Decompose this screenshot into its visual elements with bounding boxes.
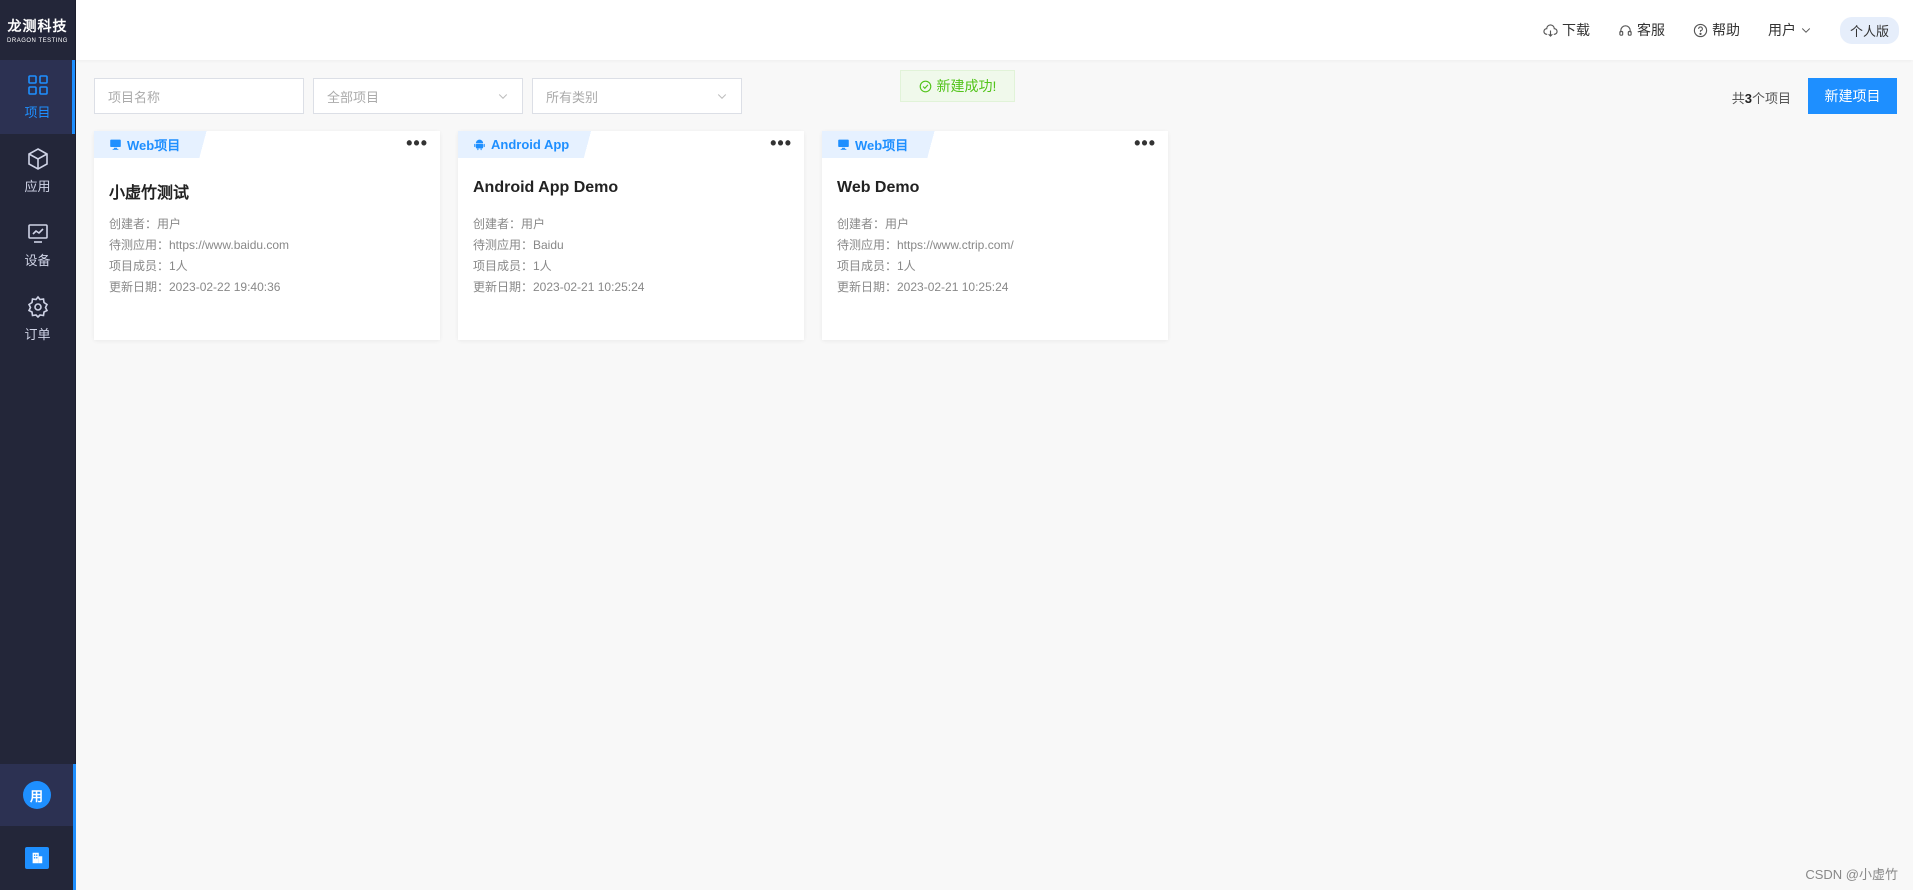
project-card[interactable]: Web项目 ••• Web Demo 创建者：用户 待测应用：https://w… bbox=[822, 131, 1168, 340]
sidebar-item-label: 设备 bbox=[24, 253, 51, 268]
help-link[interactable]: 帮助 bbox=[1693, 20, 1740, 40]
watermark: CSDN @小虚竹 bbox=[1805, 867, 1898, 882]
project-app: 待测应用：https://www.baidu.com bbox=[109, 238, 290, 252]
more-options-button[interactable]: ••• bbox=[770, 134, 792, 152]
top-header: 下载 客服 帮助 用户 个人版 bbox=[76, 0, 1913, 60]
project-members: 项目成员：1人 bbox=[837, 259, 916, 273]
sidebar-item-label: 订单 bbox=[24, 327, 51, 342]
project-scope-value: 全部项目 bbox=[327, 89, 380, 105]
sidebar-item-orders[interactable]: 订单 bbox=[0, 282, 75, 356]
avatar: 用 bbox=[22, 781, 51, 809]
grid-icon bbox=[27, 75, 48, 95]
project-updated: 更新日期：2023-02-21 10:25:24 bbox=[473, 280, 645, 294]
monitor-icon bbox=[838, 139, 849, 150]
project-name-placeholder: 项目名称 bbox=[108, 89, 161, 105]
project-info: 创建者：用户 待测应用：https://www.baidu.com 项目成员：1… bbox=[109, 214, 289, 298]
project-type-label: Web项目 bbox=[855, 138, 909, 153]
project-app: 待测应用：Baidu bbox=[473, 238, 564, 252]
project-name-input[interactable]: 项目名称 bbox=[94, 78, 304, 114]
filter-toolbar: 项目名称 全部项目 所有类别 bbox=[94, 78, 742, 114]
category-value: 所有类别 bbox=[546, 89, 599, 105]
monitor-icon bbox=[110, 139, 121, 150]
project-title: Web Demo bbox=[837, 179, 920, 196]
project-updated: 更新日期：2023-02-22 19:40:36 bbox=[109, 280, 281, 294]
user-label: 用户 bbox=[1767, 22, 1796, 38]
more-options-button[interactable]: ••• bbox=[406, 134, 428, 152]
logo-text: 龙测科技 bbox=[7, 18, 68, 34]
project-info: 创建者：用户 待测应用：https://www.ctrip.com/ 项目成员：… bbox=[837, 214, 1014, 298]
sidebar-item-projects[interactable]: 项目 bbox=[0, 60, 75, 134]
project-updated: 更新日期：2023-02-21 10:25:24 bbox=[837, 280, 1009, 294]
download-label: 下载 bbox=[1561, 22, 1590, 38]
sidebar-item-label: 项目 bbox=[24, 105, 51, 120]
sidebar: 龙测科技 DRAGON TESTING 项目 应用 设备 订单 用 bbox=[0, 0, 76, 890]
project-title: 小虚竹测试 bbox=[109, 185, 190, 202]
project-app: 待测应用：https://www.ctrip.com/ bbox=[837, 238, 1014, 252]
new-project-button[interactable]: 新建项目 bbox=[1808, 78, 1897, 114]
count-number: 3 bbox=[1744, 91, 1752, 106]
project-card[interactable]: Web项目 ••• 小虚竹测试 创建者：用户 待测应用：https://www.… bbox=[94, 131, 440, 340]
count-prefix: 共 bbox=[1731, 91, 1745, 106]
download-link[interactable]: 下载 bbox=[1543, 20, 1590, 40]
project-creator: 创建者：用户 bbox=[837, 217, 910, 231]
project-type-label: Web项目 bbox=[127, 138, 181, 153]
more-options-button[interactable]: ••• bbox=[1134, 134, 1156, 152]
sidebar-item-apps[interactable]: 应用 bbox=[0, 134, 75, 208]
project-creator: 创建者：用户 bbox=[473, 217, 546, 231]
chevron-down-icon bbox=[717, 94, 727, 99]
count-suffix: 个项目 bbox=[1751, 91, 1791, 106]
service-label: 客服 bbox=[1636, 22, 1665, 38]
project-count: 共3个项目 bbox=[1732, 88, 1791, 107]
toast-message: 新建成功! bbox=[936, 78, 997, 94]
organization-button[interactable] bbox=[0, 826, 76, 890]
help-icon bbox=[1693, 23, 1708, 37]
project-list: Web项目 ••• 小虚竹测试 创建者：用户 待测应用：https://www.… bbox=[94, 131, 1168, 340]
project-info: 创建者：用户 待测应用：Baidu 项目成员：1人 更新日期：2023-02-2… bbox=[473, 214, 644, 298]
help-label: 帮助 bbox=[1711, 22, 1740, 38]
logo-subtext: DRAGON TESTING bbox=[7, 38, 68, 44]
service-link[interactable]: 客服 bbox=[1618, 20, 1665, 40]
category-select[interactable]: 所有类别 bbox=[532, 78, 742, 114]
gear-icon bbox=[27, 295, 48, 319]
user-avatar-button[interactable]: 用 bbox=[0, 764, 76, 826]
sidebar-item-label: 应用 bbox=[24, 179, 51, 194]
monitor-icon bbox=[27, 224, 48, 243]
cube-icon bbox=[27, 148, 48, 170]
cloud-download-icon bbox=[1543, 23, 1558, 37]
chevron-down-icon bbox=[498, 94, 508, 99]
project-members: 项目成员：1人 bbox=[473, 259, 552, 273]
headset-icon bbox=[1619, 24, 1632, 36]
chevron-down-icon bbox=[1801, 28, 1811, 33]
project-scope-select[interactable]: 全部项目 bbox=[313, 78, 523, 114]
project-creator: 创建者：用户 bbox=[109, 217, 182, 231]
check-circle-icon bbox=[919, 80, 931, 92]
project-type-tag: Web项目 bbox=[822, 131, 953, 158]
android-icon bbox=[474, 139, 485, 151]
sidebar-item-devices[interactable]: 设备 bbox=[0, 208, 75, 282]
project-members: 项目成员：1人 bbox=[109, 259, 188, 273]
project-card[interactable]: Android App ••• Android App Demo 创建者：用户 … bbox=[458, 131, 804, 340]
building-icon bbox=[24, 847, 49, 869]
project-type-tag: Web项目 bbox=[94, 131, 225, 158]
version-badge[interactable]: 个人版 bbox=[1839, 16, 1899, 44]
project-type-label: Android App bbox=[491, 137, 570, 152]
project-title: Android App Demo bbox=[473, 179, 619, 196]
logo[interactable]: 龙测科技 DRAGON TESTING bbox=[0, 0, 75, 60]
success-toast: 新建成功! bbox=[900, 70, 1015, 102]
user-menu[interactable]: 用户 bbox=[1768, 20, 1812, 40]
project-type-tag: Android App bbox=[458, 131, 614, 158]
